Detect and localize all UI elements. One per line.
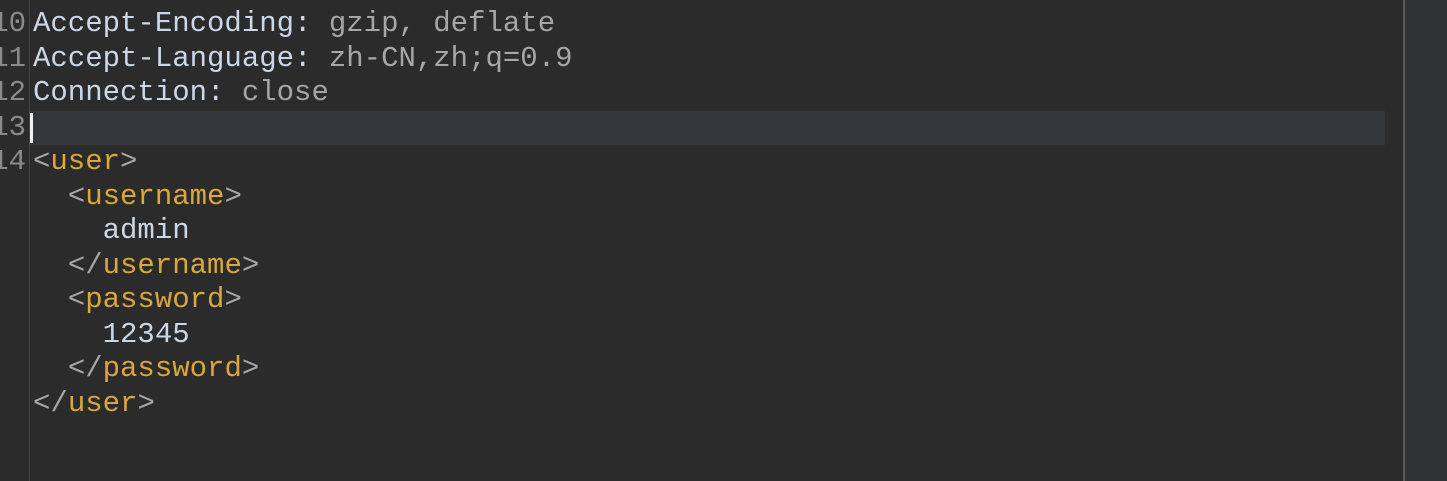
xml-text: admin xyxy=(102,214,190,247)
xml-line: </user> xyxy=(33,386,155,420)
xml-tag: user xyxy=(50,145,121,178)
header-value: zh-CN,zh;q=0.9 xyxy=(328,41,573,75)
current-line[interactable] xyxy=(30,110,1385,145)
header-key: Connection: xyxy=(33,76,225,109)
header-line: Accept-Language: zh-CN,zh;q=0.9 xyxy=(33,42,1387,77)
xml-tag: password xyxy=(85,283,225,316)
line-number: 11 xyxy=(0,41,26,75)
xml-line: </password> xyxy=(67,352,260,385)
text-caret xyxy=(30,112,33,143)
xml-line: 12345 xyxy=(33,318,1387,353)
xml-line: <user> xyxy=(33,145,138,178)
xml-line: <username> xyxy=(67,179,242,213)
xml-line: </username> xyxy=(67,248,260,282)
line-number: 10 xyxy=(0,7,26,40)
xml-tag: user xyxy=(67,386,138,420)
header-value: close xyxy=(241,76,329,109)
header-line: Accept-Encoding: gzip, deflate xyxy=(33,7,1387,42)
xml-tag: username xyxy=(85,179,225,213)
xml-line: <password> xyxy=(67,283,242,316)
line-number: 13 xyxy=(0,110,26,144)
code-editor[interactable]: Accept-Encoding: gzip, deflate Accept-La… xyxy=(30,7,1387,421)
header-line: Connection: close xyxy=(33,76,1387,111)
line-number-gutter: 10 11 12 13 14 xyxy=(0,0,30,481)
xml-line: admin xyxy=(33,214,1387,249)
header-value: gzip, deflate xyxy=(328,7,556,40)
scrollbar-track[interactable] xyxy=(1405,0,1447,481)
xml-tag: username xyxy=(102,248,242,282)
header-key: Accept-Encoding: xyxy=(33,7,312,40)
line-number: 14 xyxy=(0,145,26,178)
line-number: 12 xyxy=(0,76,26,109)
xml-tag: password xyxy=(102,352,242,385)
xml-text: 12345 xyxy=(102,317,190,351)
header-key: Accept-Language: xyxy=(33,41,312,75)
